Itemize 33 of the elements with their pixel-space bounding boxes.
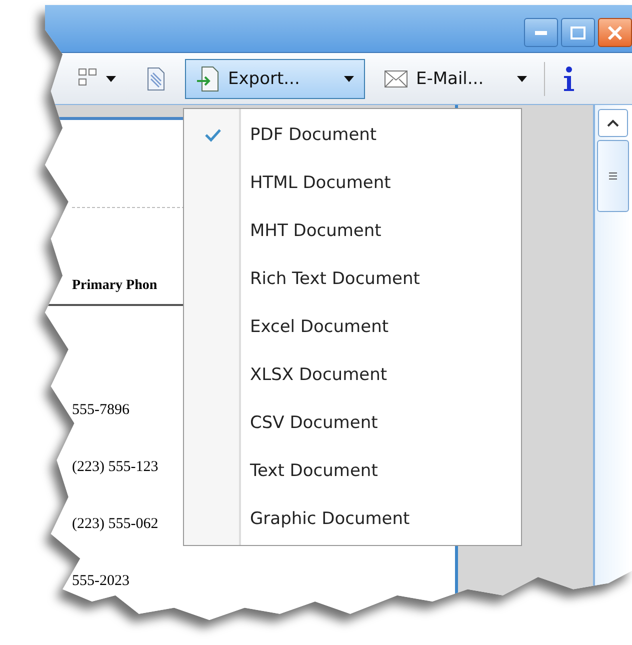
chevron-up-icon bbox=[607, 119, 619, 127]
phone-number: 555-7896 bbox=[72, 402, 130, 420]
grip-icon bbox=[609, 172, 617, 180]
close-button[interactable] bbox=[598, 18, 632, 47]
menu-item[interactable]: MHT Document bbox=[184, 207, 521, 255]
minimize-button[interactable] bbox=[524, 18, 558, 47]
scroll-thumb[interactable] bbox=[597, 140, 629, 212]
close-icon bbox=[607, 24, 623, 40]
menu-item[interactable]: HTML Document bbox=[184, 159, 521, 207]
phone-number: 555-2023 bbox=[72, 573, 130, 591]
email-button[interactable]: E-Mail... bbox=[373, 58, 538, 98]
menu-item[interactable]: CSV Document bbox=[184, 399, 521, 447]
envelope-icon bbox=[384, 70, 408, 88]
caret-icon bbox=[517, 76, 527, 82]
maximize-button[interactable] bbox=[561, 18, 595, 47]
maximize-icon bbox=[570, 26, 586, 40]
document-icon bbox=[146, 66, 166, 90]
phone-number: (223) 555-062 bbox=[72, 516, 158, 534]
caret-icon bbox=[106, 76, 116, 82]
scroll-up-button[interactable] bbox=[598, 109, 628, 137]
menu-item[interactable]: Excel Document bbox=[184, 303, 521, 351]
export-button[interactable]: Export... bbox=[185, 58, 365, 98]
menu-item[interactable]: XLSX Document bbox=[184, 351, 521, 399]
menu-item[interactable]: Rich Text Document bbox=[184, 255, 521, 303]
info-icon bbox=[562, 66, 576, 92]
minimize-icon bbox=[534, 30, 548, 36]
export-icon bbox=[196, 66, 220, 92]
caret-icon bbox=[344, 76, 354, 82]
phone-number: (223) 555-123 bbox=[72, 459, 158, 477]
column-header: Primary Phon bbox=[72, 278, 158, 295]
menu-item[interactable]: PDF Document bbox=[184, 111, 521, 159]
menu-item[interactable]: Graphic Document bbox=[184, 495, 521, 543]
menu-item[interactable]: Text Document bbox=[184, 447, 521, 495]
